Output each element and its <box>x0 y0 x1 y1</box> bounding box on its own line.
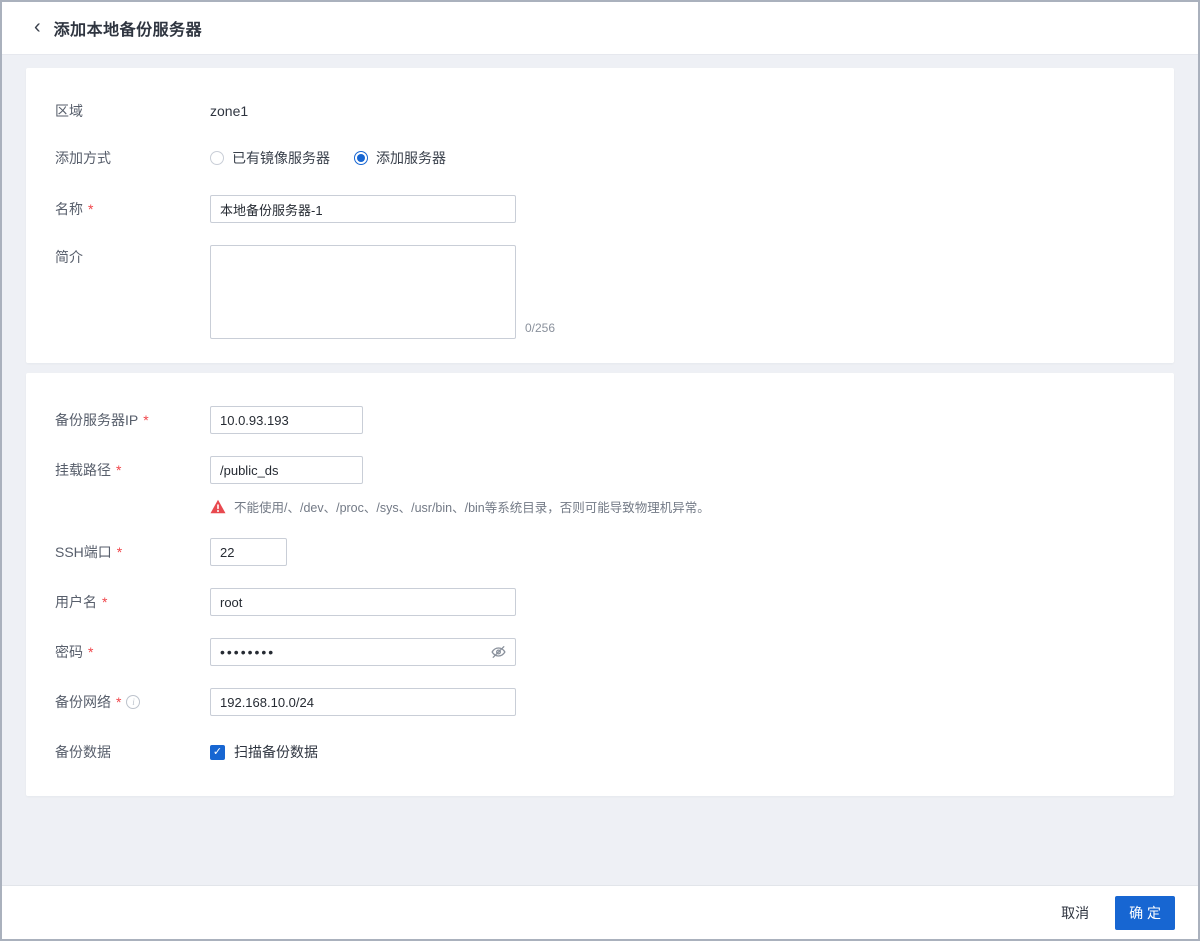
network-label-wrap: 备份网络 * i <box>55 688 210 716</box>
page-title: 添加本地备份服务器 <box>53 22 203 39</box>
mount-path-row: 挂载路径 * 不能使用/、/dev、/proc、/sys、/usr/bin、/b… <box>55 456 1145 516</box>
form-body: 区域 zone1 添加方式 已有镜像服务器 添加服务器 名称 * 本地备份服务器… <box>26 55 1174 796</box>
basic-info-card: 区域 zone1 添加方式 已有镜像服务器 添加服务器 名称 * 本地备份服务器… <box>26 68 1174 363</box>
mount-path-warning: 不能使用/、/dev、/proc、/sys、/usr/bin、/bin等系统目录… <box>210 497 710 516</box>
radio-selected-icon[interactable] <box>354 151 368 165</box>
radio-existing-image-server[interactable]: 已有镜像服务器 <box>210 148 330 168</box>
add-method-label: 添加方式 <box>55 150 111 166</box>
backup-network-label: 备份网络 <box>55 694 111 710</box>
ip-label: 备份服务器IP <box>55 412 139 428</box>
zone-value: zone1 <box>210 103 249 119</box>
username-label: 用户名 <box>55 594 97 610</box>
username-label-wrap: 用户名 * <box>55 588 210 616</box>
password-label-wrap: 密码 * <box>55 638 210 666</box>
backup-data-label: 备份数据 <box>55 744 111 760</box>
ip-row: 备份服务器IP * <box>55 406 1145 434</box>
ssh-port-row: SSH端口 * <box>55 538 1145 566</box>
backup-data-row: 备份数据 ✓ 扫描备份数据 <box>55 738 1145 766</box>
radio-unselected-icon[interactable] <box>210 151 224 165</box>
scan-backup-data-label[interactable]: 扫描备份数据 <box>234 742 318 762</box>
ssh-label-wrap: SSH端口 * <box>55 538 210 566</box>
zone-row: 区域 zone1 <box>55 101 1145 121</box>
backup-server-ip-input[interactable] <box>210 406 363 434</box>
radio-existing-label[interactable]: 已有镜像服务器 <box>232 148 330 168</box>
required-mark: * <box>143 412 149 428</box>
password-field <box>210 638 516 666</box>
password-input[interactable] <box>210 638 516 666</box>
radio-add-server[interactable]: 添加服务器 <box>354 148 446 168</box>
description-label: 简介 <box>55 249 83 265</box>
warning-text: 不能使用/、/dev、/proc、/sys、/usr/bin、/bin等系统目录… <box>234 501 710 515</box>
required-mark: * <box>102 594 108 610</box>
required-mark: * <box>88 644 94 660</box>
required-mark: * <box>88 201 94 217</box>
username-input[interactable] <box>210 588 516 616</box>
required-mark: * <box>116 694 122 710</box>
description-textarea[interactable] <box>210 245 516 339</box>
mount-path-input[interactable] <box>210 456 363 484</box>
backup-network-row: 备份网络 * i <box>55 688 1145 716</box>
info-icon[interactable]: i <box>126 695 141 709</box>
add-method-radio-group: 已有镜像服务器 添加服务器 <box>210 148 446 168</box>
footer-action-bar: 取消 确 定 <box>2 885 1198 939</box>
server-detail-card: 备份服务器IP * 挂载路径 * 不能使用/、/dev、/proc、/sys、/… <box>26 373 1174 796</box>
name-input[interactable] <box>210 195 516 223</box>
name-label: 名称 <box>55 201 83 217</box>
radio-add-label[interactable]: 添加服务器 <box>376 148 446 168</box>
mount-path-field: 不能使用/、/dev、/proc、/sys、/usr/bin、/bin等系统目录… <box>210 456 710 516</box>
mount-path-label: 挂载路径 <box>55 462 111 478</box>
description-label-wrap: 简介 <box>55 245 210 267</box>
back-icon[interactable]: ‹ <box>34 17 41 37</box>
page-header: ‹ 添加本地备份服务器 <box>2 2 1198 55</box>
password-label: 密码 <box>55 644 83 660</box>
zone-label: 区域 <box>55 103 83 119</box>
confirm-button[interactable]: 确 定 <box>1115 895 1175 930</box>
char-counter: 0/256 <box>525 321 556 335</box>
ssh-port-input[interactable] <box>210 538 287 566</box>
required-mark: * <box>116 544 123 560</box>
name-label-wrap: 名称 * <box>55 195 210 223</box>
mount-label-wrap: 挂载路径 * <box>55 456 210 484</box>
description-row: 简介 0/256 <box>55 245 1145 339</box>
description-field: 0/256 <box>210 245 555 339</box>
scan-backup-data-option[interactable]: ✓ 扫描备份数据 <box>210 742 318 762</box>
ip-label-wrap: 备份服务器IP * <box>55 406 210 434</box>
cancel-button[interactable]: 取消 <box>1061 903 1089 923</box>
eye-off-icon[interactable] <box>490 644 507 661</box>
add-method-label-wrap: 添加方式 <box>55 148 210 168</box>
zone-label-wrap: 区域 <box>55 101 210 121</box>
warning-triangle-icon <box>210 499 226 514</box>
name-row: 名称 * <box>55 195 1145 223</box>
add-method-row: 添加方式 已有镜像服务器 添加服务器 <box>55 148 1145 168</box>
username-row: 用户名 * <box>55 588 1145 616</box>
backup-data-label-wrap: 备份数据 <box>55 738 210 766</box>
ssh-port-label: SSH端口 <box>55 544 112 560</box>
required-mark: * <box>116 462 122 478</box>
checkbox-checked-icon[interactable]: ✓ <box>210 744 225 760</box>
password-row: 密码 * <box>55 638 1145 666</box>
backup-network-input[interactable] <box>210 688 516 716</box>
